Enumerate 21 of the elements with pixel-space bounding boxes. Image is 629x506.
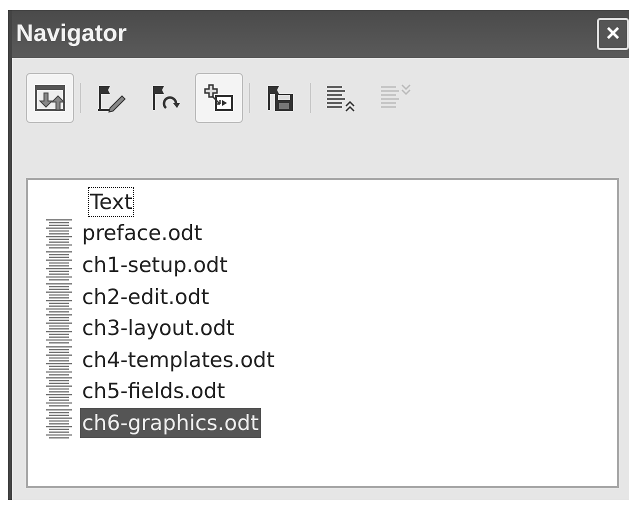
tree-item[interactable]: preface.odt — [80, 218, 204, 248]
plus-frame-icon — [202, 82, 236, 114]
tree-item[interactable]: ch5-fields.odt — [80, 376, 228, 406]
tree-item[interactable]: ch1-setup.odt — [80, 250, 230, 280]
document-icon — [46, 248, 72, 281]
document-icon — [46, 375, 72, 408]
tree-item[interactable]: ch3-layout.odt — [80, 313, 236, 344]
tree-item[interactable]: ch2-edit.odt — [80, 282, 212, 312]
window-arrows-icon — [33, 82, 67, 114]
toggle-button[interactable] — [26, 73, 74, 123]
close-button[interactable]: × — [597, 18, 629, 50]
insert-button[interactable] — [195, 73, 243, 123]
document-icon — [46, 312, 72, 344]
window-title: Navigator — [16, 20, 127, 48]
tree-item[interactable]: ch6-graphics.odt — [80, 408, 261, 438]
tree-item[interactable]: Text — [88, 186, 134, 217]
document-icon — [46, 280, 72, 313]
document-icon — [46, 217, 72, 250]
tree-item[interactable]: ch4-templates.odt — [80, 344, 277, 375]
document-icon — [46, 406, 72, 439]
document-icon — [46, 344, 72, 376]
